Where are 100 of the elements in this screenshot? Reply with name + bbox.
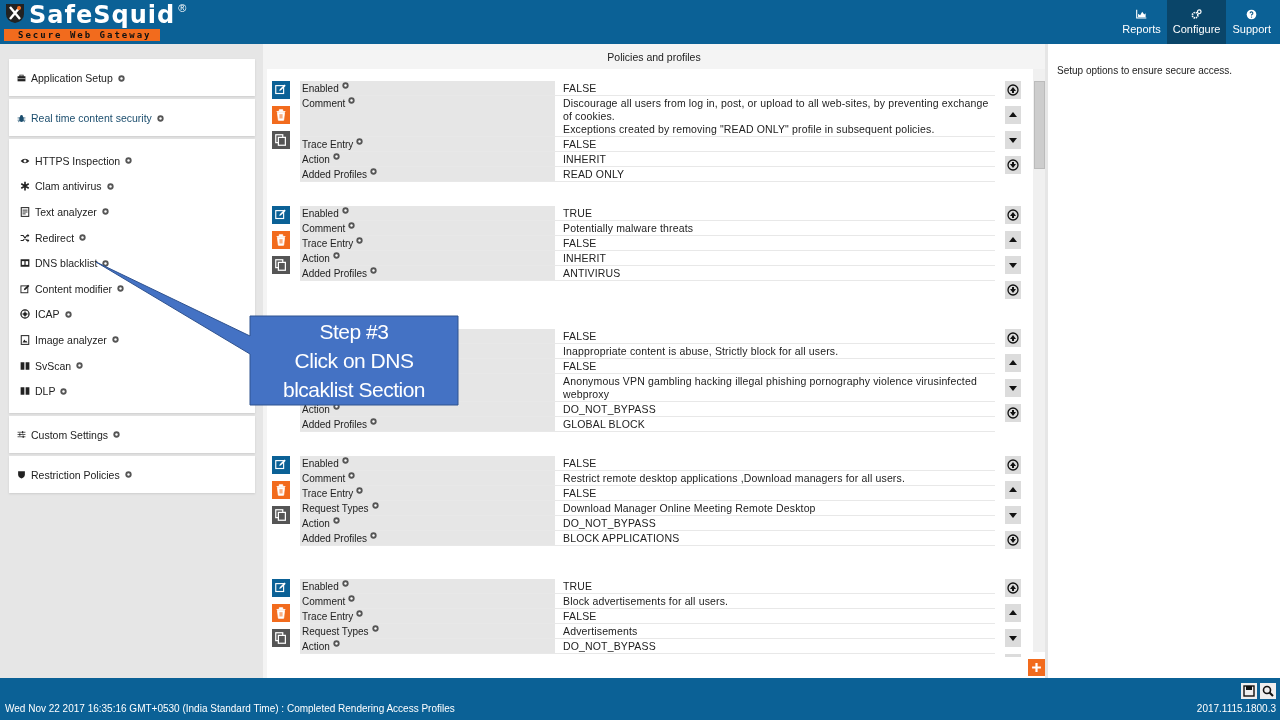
- info-icon: [111, 336, 119, 344]
- arrow-up-circle-icon: [1007, 459, 1019, 471]
- field-label: Trace Entry: [302, 237, 354, 250]
- field-value: FALSE: [562, 456, 598, 470]
- delete-button[interactable]: [272, 106, 290, 124]
- field-label: Trace Entry: [302, 138, 354, 151]
- move-down-button[interactable]: [1005, 256, 1021, 274]
- move-bottom-button[interactable]: [1005, 404, 1021, 422]
- sidebar-item[interactable]: Real time content security: [17, 112, 247, 124]
- logo-icon: [4, 2, 26, 24]
- copy-button[interactable]: [272, 131, 290, 149]
- info-icon: [60, 387, 68, 395]
- save-icon: [1243, 685, 1255, 697]
- sidebar-item[interactable]: Restriction Policies: [17, 468, 247, 481]
- sidebar-item[interactable]: SvScan: [17, 352, 247, 379]
- registered-mark: ®: [178, 2, 187, 14]
- edit-button[interactable]: [272, 579, 290, 597]
- field-label: Enabled: [302, 82, 339, 95]
- tagline: Secure Web Gateway: [4, 29, 160, 41]
- copy-button[interactable]: [272, 506, 290, 524]
- dns-icon: [20, 258, 30, 269]
- scrollbar[interactable]: [1033, 69, 1045, 652]
- info-icon: [76, 362, 84, 370]
- field-label: Added Profiles: [302, 267, 368, 280]
- info-icon: [79, 234, 87, 242]
- edit-icon: [274, 458, 288, 472]
- info-icon: [125, 157, 133, 165]
- edit-icon: [274, 208, 288, 222]
- field-value: FALSE: [562, 359, 598, 373]
- asterisk-icon: [20, 181, 30, 192]
- sidebar-item[interactable]: DLP: [17, 378, 247, 404]
- field-label: Added Profiles: [302, 532, 368, 545]
- move-up-button[interactable]: [1005, 604, 1021, 622]
- sidebar-item[interactable]: ICAP: [17, 301, 247, 328]
- edit-button[interactable]: [272, 456, 290, 474]
- search-button[interactable]: [1260, 683, 1276, 699]
- sidebar-item[interactable]: Text analyzer: [17, 199, 247, 225]
- info-icon: [124, 471, 132, 479]
- info-icon: [332, 640, 340, 647]
- nav-tab[interactable]: Reports: [1116, 0, 1167, 44]
- delete-button[interactable]: [272, 231, 290, 249]
- field-value: FALSE: [562, 236, 598, 250]
- add-button[interactable]: [1028, 659, 1045, 676]
- nav-tab[interactable]: Configure: [1166, 0, 1227, 44]
- field-label: Trace Entry: [302, 610, 354, 623]
- image-icon: [20, 334, 30, 345]
- move-down-button[interactable]: [1005, 379, 1021, 397]
- edit-button[interactable]: [272, 81, 290, 99]
- move-up-button[interactable]: [1005, 231, 1021, 249]
- field-label: Action: [302, 403, 330, 416]
- move-top-button[interactable]: [1005, 206, 1021, 224]
- arrow-down-circle-icon: [1007, 284, 1019, 296]
- sidebar-item[interactable]: Application Setup: [17, 72, 247, 84]
- field-value: DO_NOT_BYPASS: [562, 639, 657, 653]
- move-top-button[interactable]: [1005, 81, 1021, 99]
- delete-button[interactable]: [272, 604, 290, 622]
- field-value: READ ONLY: [562, 167, 626, 181]
- sidebar-item[interactable]: HTTPS Inspection: [17, 148, 247, 174]
- field-value: DO_NOT_BYPASS: [562, 516, 657, 530]
- move-up-button[interactable]: [1005, 481, 1021, 499]
- move-bottom-button[interactable]: [1005, 281, 1021, 299]
- field-label: Action: [302, 252, 330, 265]
- field-label: Added Profiles: [302, 168, 368, 181]
- arrow-down-circle-icon: [1007, 534, 1019, 546]
- shuffle-icon: [20, 232, 30, 243]
- document-icon: [20, 207, 30, 217]
- save-button[interactable]: [1241, 683, 1257, 699]
- info-icon: [370, 418, 378, 425]
- move-up-button[interactable]: [1005, 106, 1021, 124]
- briefcase-icon: [17, 73, 26, 83]
- move-down-button[interactable]: [1005, 506, 1021, 524]
- copy-button[interactable]: [272, 256, 290, 274]
- sidebar-item[interactable]: Image analyzer: [17, 327, 247, 353]
- copy-button[interactable]: [272, 629, 290, 647]
- move-top-button[interactable]: [1005, 456, 1021, 474]
- move-up-button[interactable]: [1005, 354, 1021, 372]
- field-value: TRUE: [562, 579, 594, 593]
- edit-button[interactable]: [272, 206, 290, 224]
- field-value: Anonymous VPN gambling hacking illegal phishing pornography violence virusinfected webproxy: [562, 374, 978, 401]
- move-bottom-button[interactable]: [1005, 531, 1021, 549]
- brand-name: SafeSquid: [29, 2, 176, 28]
- move-top-button[interactable]: [1005, 579, 1021, 597]
- sidebar-item[interactable]: Redirect: [17, 224, 247, 251]
- info-icon: [370, 267, 378, 274]
- field-label: Comment: [302, 222, 346, 235]
- move-top-button[interactable]: [1005, 329, 1021, 347]
- field-label: Enabled: [302, 457, 339, 470]
- search-icon: [1262, 685, 1274, 697]
- help-text: Setup options to ensure secure access.: [1057, 65, 1234, 76]
- move-down-button[interactable]: [1005, 131, 1021, 149]
- info-icon: [356, 138, 364, 145]
- sidebar-item[interactable]: Clam antivirus: [17, 173, 247, 200]
- trash-icon: [274, 233, 288, 247]
- nav-tab[interactable]: Support: [1226, 0, 1277, 44]
- badge-icon: [20, 309, 30, 320]
- move-bottom-button[interactable]: [1005, 156, 1021, 174]
- sidebar-item[interactable]: Content modifier: [17, 275, 247, 302]
- sidebar-item[interactable]: Custom Settings: [17, 428, 247, 441]
- move-down-button[interactable]: [1005, 629, 1021, 647]
- delete-button[interactable]: [272, 481, 290, 499]
